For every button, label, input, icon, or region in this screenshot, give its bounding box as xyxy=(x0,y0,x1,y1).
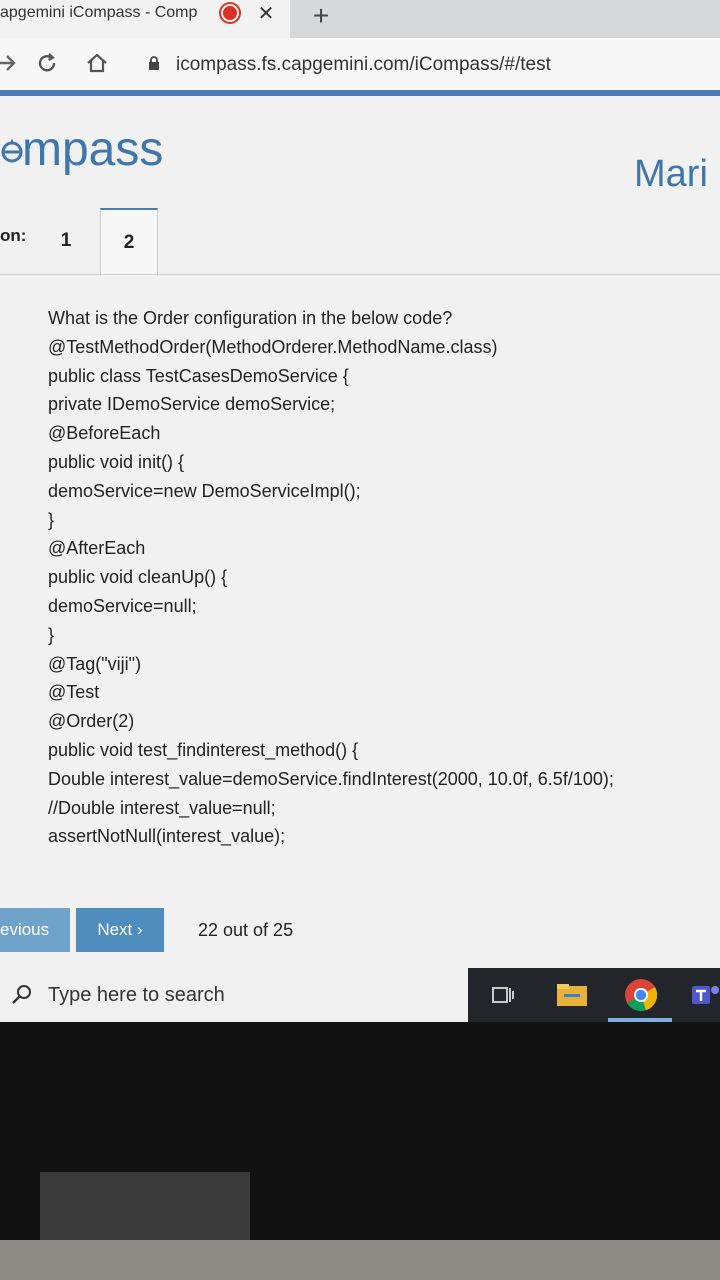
question-line: public class TestCasesDemoService { xyxy=(48,365,349,386)
question-line: demoService=null; xyxy=(48,595,197,616)
taskbar-search-box[interactable]: Type here to search xyxy=(0,968,468,1022)
tab-close-button[interactable]: ✕ xyxy=(256,2,276,26)
chrome-icon[interactable] xyxy=(624,978,658,1012)
task-view-icon[interactable] xyxy=(490,982,516,1008)
question-line: demoService=new DemoServiceImpl(); xyxy=(48,480,361,501)
tab-divider xyxy=(0,274,720,275)
taskbar: Type here to search xyxy=(0,968,720,1022)
compass-logo-icon xyxy=(0,136,24,164)
browser-tab-strip: apgemini iCompass - Comp ✕ + xyxy=(0,0,720,38)
question-line: public void test_findinterest_method() { xyxy=(48,739,359,760)
browser-tab[interactable]: apgemini iCompass - Comp ✕ xyxy=(0,0,290,38)
question-line: } xyxy=(48,624,55,645)
next-button[interactable]: Next › xyxy=(76,908,164,952)
question-line: @Order(2) xyxy=(48,711,135,732)
search-icon xyxy=(10,982,34,1006)
home-icon[interactable] xyxy=(84,50,110,76)
search-placeholder: Type here to search xyxy=(48,984,225,1006)
question-progress: 22 out of 25 xyxy=(198,920,294,940)
question-line: assertNotNull(interest_value); xyxy=(48,826,286,847)
previous-button[interactable]: evious xyxy=(0,908,70,952)
browser-toolbar: icompass.fs.capgemini.com/iCompass/#/tes… xyxy=(0,38,720,90)
desk-surface xyxy=(0,1240,720,1280)
address-bar[interactable]: icompass.fs.capgemini.com/iCompass/#/tes… xyxy=(176,52,606,78)
new-tab-button[interactable]: + xyxy=(308,2,334,30)
back-arrow-icon[interactable] xyxy=(0,50,20,76)
teams-icon[interactable] xyxy=(690,982,720,1008)
question-line: What is the Order configuration in the b… xyxy=(48,308,453,328)
lock-icon xyxy=(148,56,160,70)
file-explorer-icon[interactable] xyxy=(556,982,588,1008)
question-line: @Tag("viji") xyxy=(48,653,142,674)
question-line: @TestMethodOrder(MethodOrderer.MethodNam… xyxy=(48,336,498,357)
question-text: What is the Order configuration in the b… xyxy=(48,304,708,864)
question-tab-1[interactable]: 1 xyxy=(38,208,94,274)
question-tab-2[interactable]: 2 xyxy=(100,208,158,276)
reload-icon[interactable] xyxy=(34,50,60,76)
question-line: } xyxy=(48,509,55,530)
question-line: private IDemoService demoService; xyxy=(48,394,336,415)
question-line: @Test xyxy=(48,682,100,703)
recording-icon xyxy=(223,6,237,20)
question-line: //Double interest_value=null; xyxy=(48,797,276,818)
question-line: public void init() { xyxy=(48,451,185,472)
user-name: Mari xyxy=(634,153,708,195)
question-line: @AfterEach xyxy=(48,538,146,559)
question-line: Double interest_value=demoService.findIn… xyxy=(48,768,614,789)
app-logo: mpass xyxy=(0,122,200,178)
tab-title: apgemini iCompass - Comp xyxy=(0,4,198,21)
question-line: @BeforeEach xyxy=(48,423,161,444)
question-nav-label: on: xyxy=(0,226,27,245)
logo-text: mpass xyxy=(22,123,164,176)
question-line: public void cleanUp() { xyxy=(48,567,228,588)
test-page: mpass Mari on: 1 2 What is the Order con… xyxy=(0,96,720,968)
